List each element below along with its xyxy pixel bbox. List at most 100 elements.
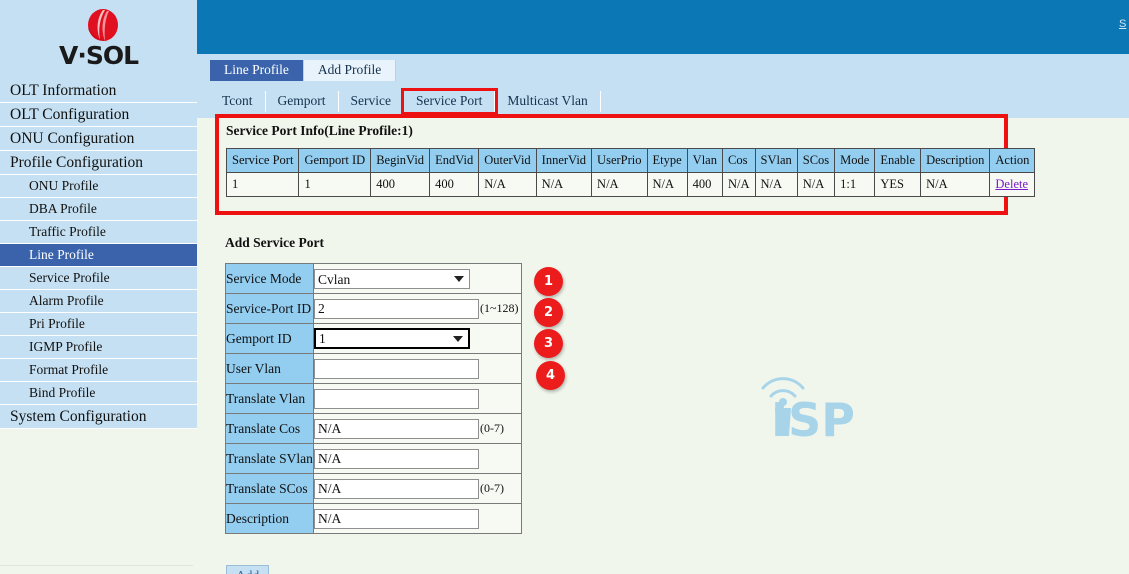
table-cell: N/A — [647, 173, 687, 197]
delete-link[interactable]: Delete — [995, 177, 1028, 191]
field-label-gemport-id: Gemport ID — [226, 324, 314, 354]
sidebar-item-olt-information[interactable]: OLT Information — [0, 79, 197, 103]
sidebar-item-label: IGMP Profile — [29, 339, 102, 354]
select-value: Cvlan — [318, 272, 350, 287]
table-cell: N/A — [536, 173, 591, 197]
add-service-port-form: Service ModeCvlanService-Port ID(1~128)G… — [225, 263, 522, 534]
tab-line-profile[interactable]: Line Profile — [210, 60, 304, 81]
form-row-service-port-id: Service-Port ID(1~128) — [226, 294, 522, 324]
sidebar-item-bind-profile[interactable]: Bind Profile — [0, 382, 197, 405]
input-translate-svlan[interactable] — [314, 449, 479, 469]
chevron-down-icon — [453, 336, 463, 342]
callout-badge-4: 4 — [536, 361, 565, 390]
column-header: Etype — [647, 149, 687, 173]
sidebar: V·SOL OLT Information OLT Configuration ON… — [0, 0, 197, 574]
field-label-user-vlan: User Vlan — [226, 354, 314, 384]
field-label-translate-scos: Translate SCos — [226, 474, 314, 504]
service-port-info-panel: Service Port Info(Line Profile:1) Servic… — [215, 114, 1008, 215]
column-header: InnerVid — [536, 149, 591, 173]
panel-title: Service Port Info(Line Profile:1) — [226, 123, 413, 139]
sidebar-item-onu-profile[interactable]: ONU Profile — [0, 175, 197, 198]
table-cell: N/A — [592, 173, 647, 197]
column-header: SVlan — [755, 149, 797, 173]
table-cell: 400 — [430, 173, 479, 197]
sidebar-item-label: OLT Information — [10, 82, 116, 99]
sidebar-item-onu-configuration[interactable]: ONU Configuration — [0, 127, 197, 151]
sidebar-item-format-profile[interactable]: Format Profile — [0, 359, 197, 382]
column-header: Cos — [722, 149, 755, 173]
table-cell: N/A — [755, 173, 797, 197]
sidebar-item-service-profile[interactable]: Service Profile — [0, 267, 197, 290]
sidebar-item-traffic-profile[interactable]: Traffic Profile — [0, 221, 197, 244]
sidebar-item-olt-configuration[interactable]: OLT Configuration — [0, 103, 197, 127]
table-header-row: Service PortGemport IDBeginVidEndVidOute… — [227, 149, 1035, 173]
table-cell: 1 — [299, 173, 371, 197]
table-row: 11400400N/AN/AN/AN/A400N/AN/AN/A1:1YESN/… — [227, 173, 1035, 197]
header-right-link[interactable]: S — [1119, 18, 1129, 30]
sidebar-item-label: Alarm Profile — [29, 293, 104, 308]
column-header: Mode — [835, 149, 875, 173]
application-window: V·SOL OLT Information OLT Configuration ON… — [0, 0, 1129, 574]
sidebar-item-dba-profile[interactable]: DBA Profile — [0, 198, 197, 221]
field-cell-translate-vlan — [314, 384, 522, 414]
input-description[interactable] — [314, 509, 479, 529]
tab-add-profile[interactable]: Add Profile — [304, 60, 396, 81]
sidebar-item-pri-profile[interactable]: Pri Profile — [0, 313, 197, 336]
select-service-mode[interactable]: Cvlan — [314, 269, 470, 289]
column-header: Gemport ID — [299, 149, 371, 173]
column-header: OuterVid — [479, 149, 536, 173]
sidebar-item-line-profile[interactable]: Line Profile — [0, 244, 197, 267]
sidebar-bottom-divider — [0, 565, 193, 566]
input-translate-cos[interactable] — [314, 419, 479, 439]
tab-service-port[interactable]: Service Port — [404, 91, 495, 112]
top-header-bar: S — [197, 0, 1129, 54]
sidebar-item-label: OLT Configuration — [10, 106, 129, 123]
sidebar-item-label: Bind Profile — [29, 385, 95, 400]
input-service-port-id[interactable] — [314, 299, 479, 319]
table-cell: 400 — [687, 173, 722, 197]
select-gemport-id[interactable]: 1 — [314, 328, 470, 349]
table-cell: 400 — [371, 173, 430, 197]
vsol-flame-logo-icon — [86, 7, 120, 43]
main-content: ISP Service Port Info(Line Profile:1) Se… — [197, 118, 1129, 574]
input-translate-scos[interactable] — [314, 479, 479, 499]
table-cell: N/A — [921, 173, 990, 197]
sidebar-item-alarm-profile[interactable]: Alarm Profile — [0, 290, 197, 313]
sidebar-bottom-nav: System Configuration — [0, 405, 197, 429]
field-cell-translate-cos: (0-7) — [314, 414, 522, 444]
tab-service[interactable]: Service — [339, 91, 404, 112]
form-row-translate-vlan: Translate Vlan — [226, 384, 522, 414]
sidebar-item-label: Traffic Profile — [29, 224, 106, 239]
field-label-translate-cos: Translate Cos — [226, 414, 314, 444]
table-cell: N/A — [722, 173, 755, 197]
callout-badge-1: 1 — [534, 267, 563, 296]
sidebar-item-label: ONU Configuration — [10, 130, 134, 147]
tab-gemport[interactable]: Gemport — [266, 91, 339, 112]
table-cell-action: Delete — [990, 173, 1035, 197]
brand-logo: V·SOL — [0, 0, 197, 79]
field-cell-gemport-id: 1 — [314, 324, 522, 354]
column-header: BeginVid — [371, 149, 430, 173]
sidebar-item-label: Service Profile — [29, 270, 110, 285]
callout-badge-2: 2 — [534, 298, 563, 327]
input-translate-vlan[interactable] — [314, 389, 479, 409]
sidebar-item-system-configuration[interactable]: System Configuration — [0, 405, 197, 429]
field-cell-translate-svlan — [314, 444, 522, 474]
form-row-translate-scos: Translate SCos(0-7) — [226, 474, 522, 504]
field-label-translate-vlan: Translate Vlan — [226, 384, 314, 414]
field-cell-service-port-id: (1~128) — [314, 294, 522, 324]
column-header: Description — [921, 149, 990, 173]
tab-tcont[interactable]: Tcont — [210, 91, 266, 112]
sidebar-item-igmp-profile[interactable]: IGMP Profile — [0, 336, 197, 359]
service-port-table: Service PortGemport IDBeginVidEndVidOute… — [226, 148, 1035, 197]
field-label-translate-svlan: Translate SVlan — [226, 444, 314, 474]
sidebar-item-profile-configuration[interactable]: Profile Configuration — [0, 151, 197, 175]
column-header: Enable — [875, 149, 921, 173]
tab-multicast-vlan[interactable]: Multicast Vlan — [495, 91, 600, 112]
table-cell: 1 — [227, 173, 299, 197]
field-label-service-port-id: Service-Port ID — [226, 294, 314, 324]
table-cell: N/A — [479, 173, 536, 197]
input-user-vlan[interactable] — [314, 359, 479, 379]
add-button[interactable]: Add — [226, 565, 269, 574]
field-cell-service-mode: Cvlan — [314, 264, 522, 294]
